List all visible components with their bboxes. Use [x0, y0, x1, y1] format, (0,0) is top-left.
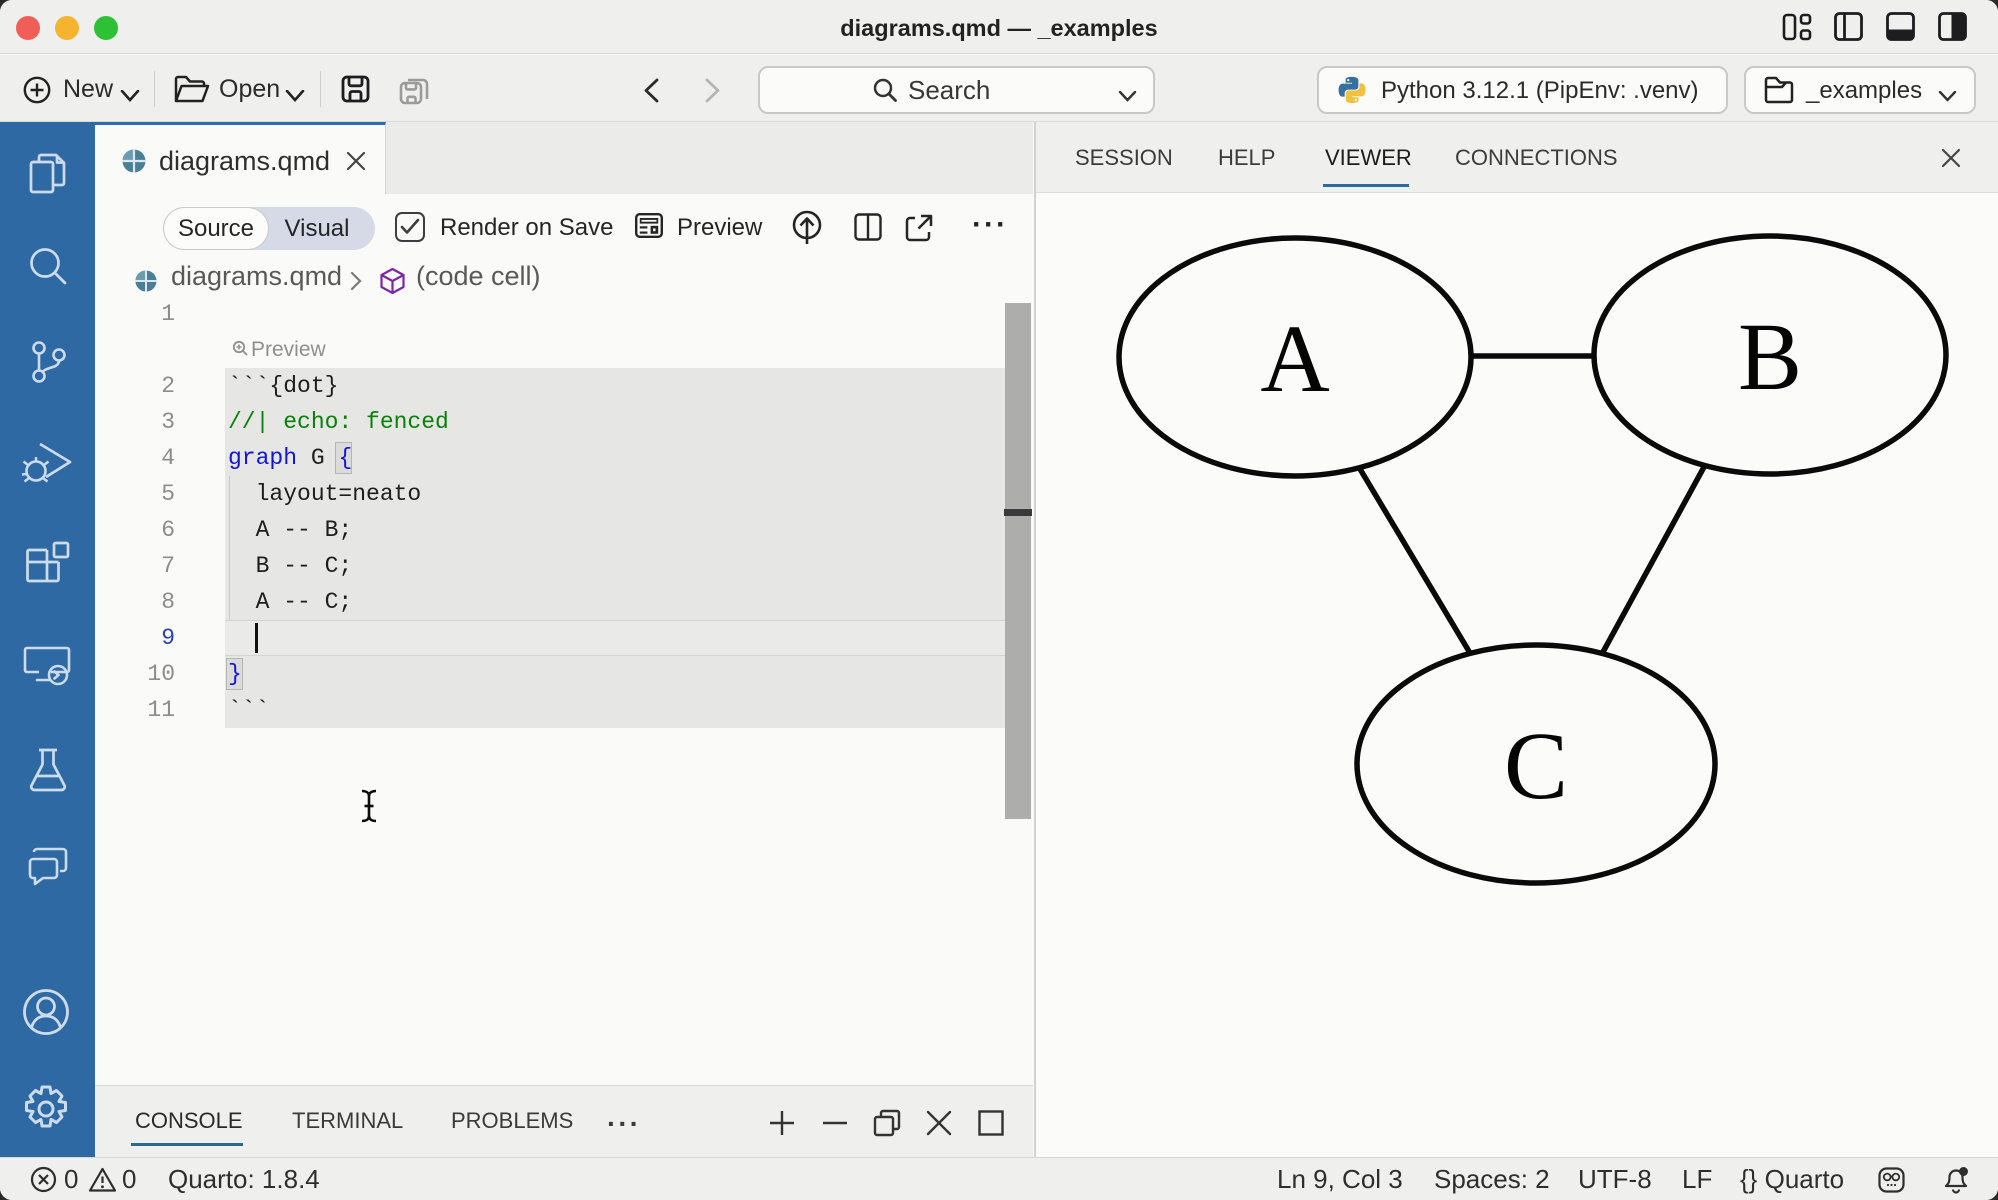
- svg-text:A: A: [1260, 305, 1329, 412]
- svg-text:B: B: [1738, 303, 1802, 410]
- svg-text:C: C: [1504, 712, 1568, 819]
